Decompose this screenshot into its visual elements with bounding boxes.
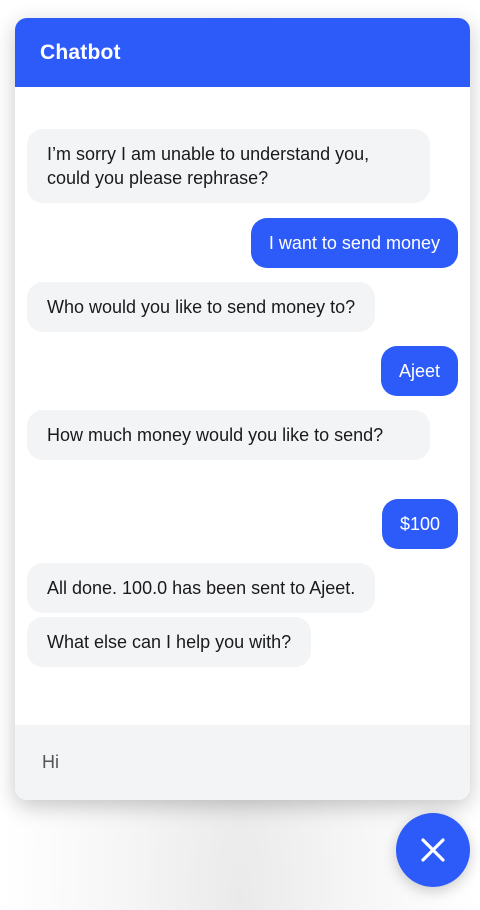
close-chat-button[interactable]	[396, 813, 470, 887]
message-input[interactable]	[40, 751, 444, 774]
bot-message: All done. 100.0 has been sent to Ajeet.	[27, 563, 376, 613]
user-message: $100	[381, 499, 458, 549]
close-icon	[420, 837, 446, 863]
message-list: I’m sorry I am unable to understand you,…	[15, 87, 470, 725]
message-input-bar	[15, 725, 470, 800]
bot-message: Who would you like to send money to?	[27, 282, 376, 332]
bot-message: How much money would you like to send?	[27, 410, 430, 460]
user-message: I want to send money	[250, 218, 458, 268]
chat-header: Chatbot	[15, 18, 470, 87]
chat-window: Chatbot I’m sorry I am unable to underst…	[15, 18, 470, 800]
bot-message: I’m sorry I am unable to understand you,…	[27, 129, 430, 203]
chat-title: Chatbot	[40, 40, 121, 64]
bot-message: What else can I help you with?	[27, 617, 312, 667]
user-message: Ajeet	[380, 346, 458, 396]
page: Chatbot I’m sorry I am unable to underst…	[0, 0, 480, 910]
